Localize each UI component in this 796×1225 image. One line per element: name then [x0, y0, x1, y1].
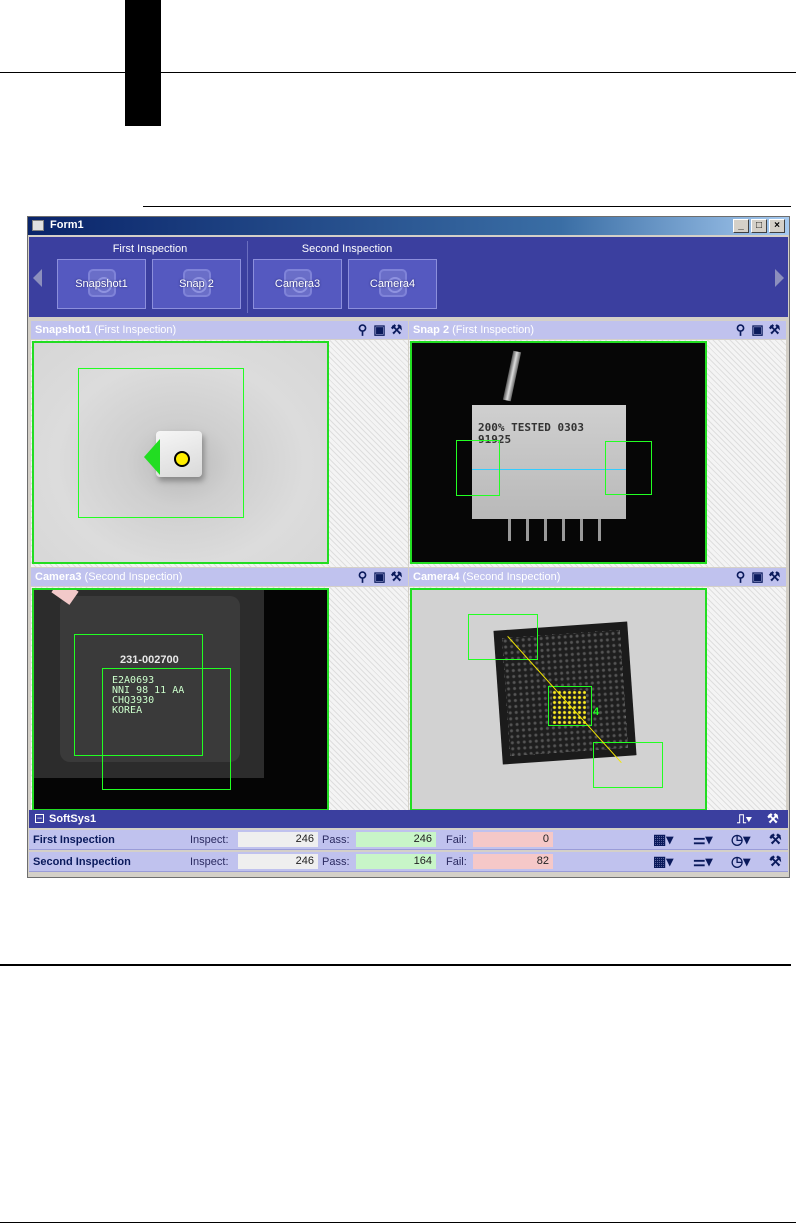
fail-label: Fail: — [446, 856, 467, 868]
camera-button-camera4[interactable]: Camera4 — [348, 259, 437, 309]
image-viewport[interactable]: 200% TESTED 0303 91925 — [409, 340, 786, 567]
scroll-right-icon[interactable] — [775, 269, 784, 287]
pass-label: Pass: — [322, 834, 350, 846]
panel-title: Camera3 (Second Inspection) — [35, 571, 183, 583]
switch-pins — [508, 519, 511, 541]
pass-label: Pass: — [322, 856, 350, 868]
close-button[interactable]: × — [769, 219, 785, 233]
save-icon[interactable]: ▣ — [750, 322, 765, 337]
camera-image[interactable] — [32, 341, 329, 564]
save-icon[interactable]: ▣ — [750, 569, 765, 584]
roi-box[interactable] — [102, 668, 231, 790]
group-separator — [247, 241, 248, 313]
camera-button-snap2[interactable]: Snap 2 — [152, 259, 241, 309]
inspection-name: Second Inspection — [33, 856, 131, 868]
camera-button-label: Camera4 — [369, 278, 416, 290]
page-rule-figure — [143, 206, 791, 207]
fail-count: 0 — [473, 832, 553, 847]
camera-button-label: Camera3 — [274, 278, 321, 290]
timer-icon[interactable]: ◷▾ — [731, 831, 750, 848]
toggle-lever — [502, 350, 522, 402]
tools-icon[interactable]: ⚒ — [767, 569, 782, 584]
page-rule-mid — [0, 964, 791, 966]
inspect-count: 246 — [238, 832, 318, 847]
roi-box[interactable] — [593, 742, 663, 788]
pulse-icon[interactable]: ⎍▾ — [737, 811, 752, 827]
image-panel-snap2: Snap 2 (First Inspection) ⚲ ▣ ⚒ 200% TESTE… — [409, 321, 786, 567]
filter-icon[interactable]: ⚌▾ — [693, 853, 713, 870]
minimize-button[interactable]: _ — [733, 219, 749, 233]
grid-icon[interactable]: ▦▾ — [653, 853, 673, 870]
panel-header: Camera4 (Second Inspection) ⚲ ▣ ⚒ — [409, 568, 786, 586]
tools-icon[interactable]: ⚒ — [389, 569, 404, 584]
inspection-row-second: Second Inspection Inspect: 246 Pass: 164… — [29, 852, 788, 872]
save-icon[interactable]: ▣ — [372, 569, 387, 584]
camera-image[interactable]: 4 — [410, 588, 707, 811]
pass-count: 164 — [356, 854, 436, 869]
inspect-label: Inspect: — [190, 856, 229, 868]
camera-button-camera3[interactable]: Camera3 — [253, 259, 342, 309]
app-window: Form1 _ □ × First Inspection Second Insp… — [27, 216, 790, 878]
tools-icon[interactable]: ⚒ — [767, 811, 779, 827]
camera-button-label: Snapshot1 — [75, 278, 128, 290]
page-rule-bottom — [0, 1222, 796, 1223]
tools-icon[interactable]: ⚒ — [769, 831, 782, 848]
camera-button-label: Snap 2 — [179, 278, 214, 290]
panel-header: Camera3 (Second Inspection) ⚲ ▣ ⚒ — [31, 568, 408, 586]
grid-icon[interactable]: ▦▾ — [653, 831, 673, 848]
measure-label: 4 — [593, 706, 600, 718]
scroll-left-icon[interactable] — [33, 269, 42, 287]
roi-box[interactable] — [468, 614, 538, 660]
fail-count: 82 — [473, 854, 553, 869]
fail-label: Fail: — [446, 834, 467, 846]
panel-header: Snap 2 (First Inspection) ⚲ ▣ ⚒ — [409, 321, 786, 339]
inspect-count: 246 — [238, 854, 318, 869]
roi-box[interactable] — [456, 440, 500, 496]
edge-marker — [144, 439, 160, 475]
group-label-second: Second Inspection — [301, 243, 393, 255]
image-viewport[interactable]: 231-002700 E2A0693 NNI 98 11 AA CHQ3930 … — [31, 587, 408, 814]
tools-icon[interactable]: ⚒ — [767, 322, 782, 337]
camera-image[interactable]: 231-002700 E2A0693 NNI 98 11 AA CHQ3930 … — [32, 588, 329, 811]
zoom-icon[interactable]: ⚲ — [733, 322, 748, 337]
roi-box[interactable] — [605, 441, 652, 495]
maximize-button[interactable]: □ — [751, 219, 767, 233]
panel-title: Snap 2 (First Inspection) — [413, 324, 535, 336]
panel-title: Camera4 (Second Inspection) — [413, 571, 561, 583]
save-icon[interactable]: ▣ — [372, 322, 387, 337]
panel-title: Snapshot1 (First Inspection) — [35, 324, 177, 336]
camera-image[interactable]: 200% TESTED 0303 91925 — [410, 341, 707, 564]
inspection-row-first: First Inspection Inspect: 246 Pass: 246 … — [29, 830, 788, 850]
tools-icon[interactable]: ⚒ — [389, 322, 404, 337]
page-rule-top — [0, 72, 796, 73]
pass-count: 246 — [356, 832, 436, 847]
page-thumb-tab — [125, 0, 161, 126]
collapse-icon[interactable]: − — [35, 814, 44, 823]
app-icon[interactable] — [32, 220, 44, 231]
image-viewport[interactable]: 4 — [409, 587, 786, 814]
zoom-icon[interactable]: ⚲ — [355, 322, 370, 337]
image-viewport[interactable] — [31, 340, 408, 567]
center-marker — [174, 451, 190, 467]
tools-icon[interactable]: ⚒ — [769, 853, 782, 870]
window-title: Form1 — [50, 219, 84, 231]
image-panel-snapshot1: Snapshot1 (First Inspection) ⚲ ▣ ⚒ — [31, 321, 408, 567]
filter-icon[interactable]: ⚌▾ — [693, 831, 713, 848]
zoom-icon[interactable]: ⚲ — [355, 569, 370, 584]
image-panel-camera4: Camera4 (Second Inspection) ⚲ ▣ ⚒ 4 — [409, 568, 786, 814]
inspect-label: Inspect: — [190, 834, 229, 846]
panel-header: Snapshot1 (First Inspection) ⚲ ▣ ⚒ — [31, 321, 408, 339]
camera-button-snapshot1[interactable]: Snapshot1 — [57, 259, 146, 309]
title-bar[interactable]: Form1 _ □ × — [28, 217, 789, 235]
zoom-icon[interactable]: ⚲ — [733, 569, 748, 584]
timer-icon[interactable]: ◷▾ — [731, 853, 750, 870]
inspection-ribbon: First Inspection Second Inspection Snaps… — [29, 237, 788, 317]
inspection-name: First Inspection — [33, 834, 115, 846]
image-panel-camera3: Camera3 (Second Inspection) ⚲ ▣ ⚒ 231-0027… — [31, 568, 408, 814]
group-label-first: First Inspection — [112, 243, 188, 255]
system-name: SoftSys1 — [49, 813, 97, 825]
system-status-bar: − SoftSys1 ⎍▾ ⚒ — [29, 810, 788, 828]
